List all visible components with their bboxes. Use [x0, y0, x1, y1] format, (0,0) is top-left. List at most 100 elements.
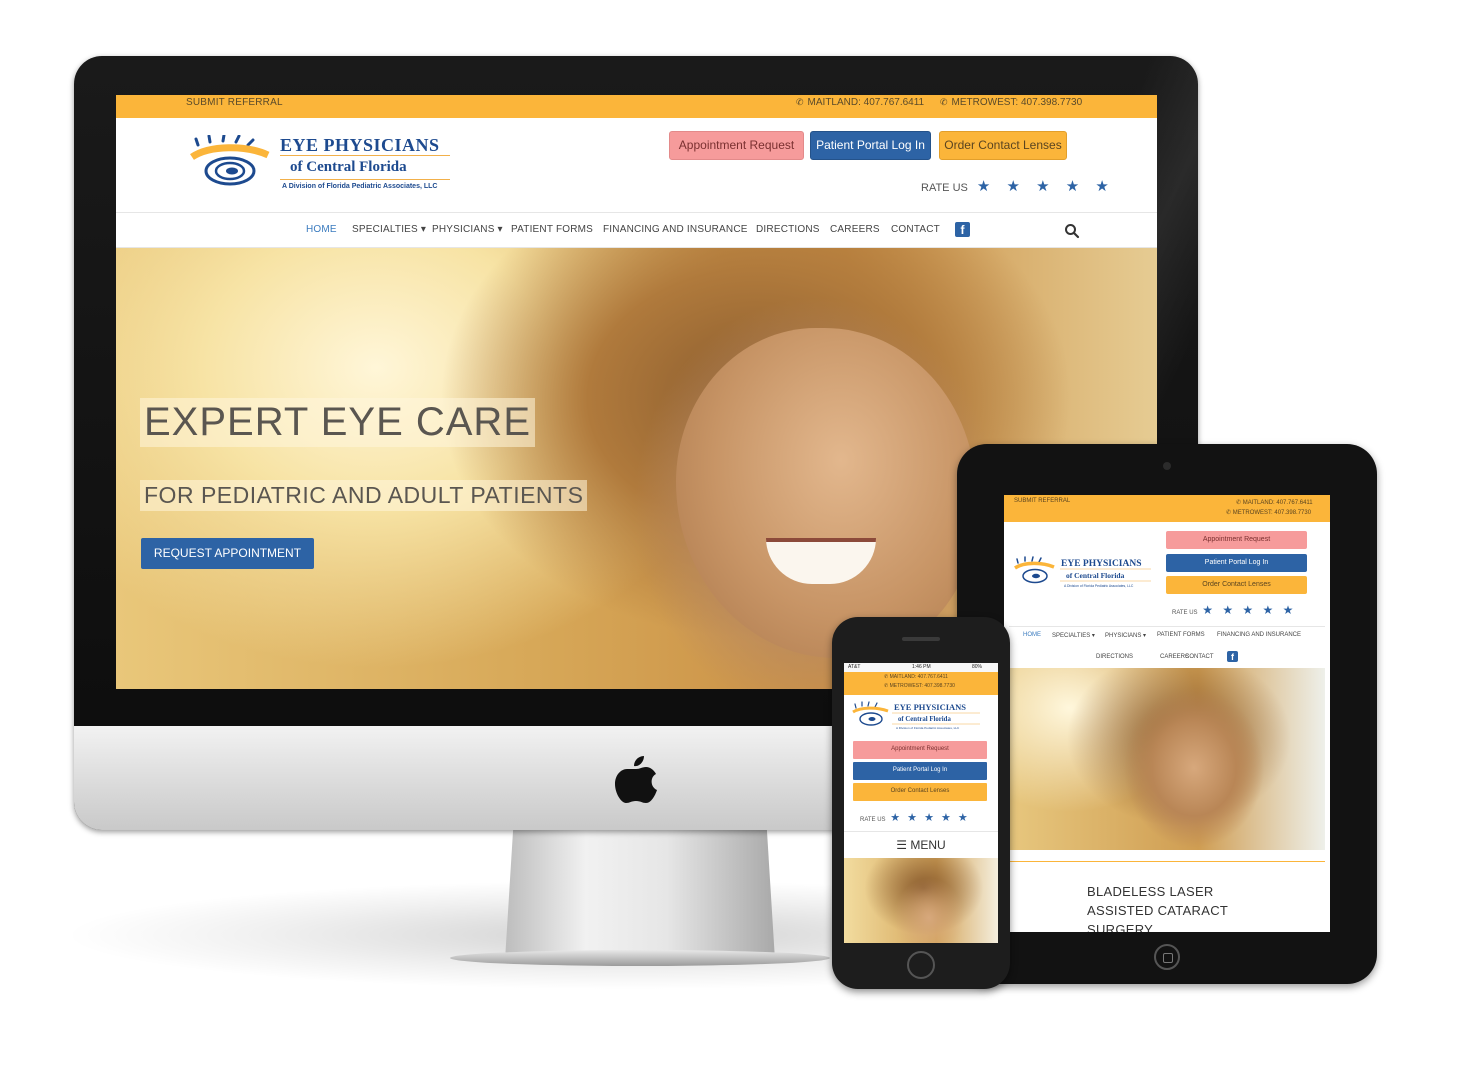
phone-metrowest-phone[interactable]: ✆ METROWEST: 407.398.7730	[884, 683, 955, 689]
main-nav: HOME SPECIALTIES ▾ PHYSICIANS ▾ PATIENT …	[116, 212, 1157, 248]
tablet-nav-specialties[interactable]: SPECIALTIES ▾	[1052, 632, 1095, 639]
hero-photo-face	[676, 328, 976, 658]
nav-patient-forms[interactable]: PATIENT FORMS	[511, 224, 593, 235]
tablet-nav-home[interactable]: HOME	[1023, 632, 1041, 638]
phone-hero-image	[844, 858, 998, 943]
nav-home[interactable]: HOME	[306, 224, 337, 235]
maitland-phone-link[interactable]: ✆ MAITLAND: 407.767.6411	[796, 97, 924, 108]
appointment-request-button[interactable]: Appointment Request	[669, 131, 804, 160]
phone-icon: ✆	[940, 97, 948, 107]
tablet-appointment-button[interactable]: Appointment Request	[1166, 531, 1307, 549]
phone-speaker	[902, 637, 940, 641]
phone-portal-button[interactable]: Patient Portal Log In	[853, 762, 987, 780]
submit-referral-link[interactable]: SUBMIT REFERRAL	[186, 97, 283, 108]
phone-status-bar: AT&T 1:46 PM 80%	[844, 663, 998, 672]
phone-menu-button[interactable]: ☰ MENU	[844, 831, 998, 857]
eye-logo-icon	[190, 135, 270, 186]
hero-subtitle: FOR PEDIATRIC AND ADULT PATIENTS	[140, 480, 588, 511]
tablet-camera	[1163, 462, 1171, 470]
phone-rate-us: RATE US ★ ★ ★ ★ ★	[860, 811, 970, 824]
tablet-feature-line-2: ASSISTED CATARACT	[1087, 903, 1229, 918]
svg-text:of Central Florida: of Central Florida	[898, 716, 951, 723]
nav-contact[interactable]: CONTACT	[891, 224, 940, 235]
star-rating-icon[interactable]: ★ ★ ★ ★ ★	[977, 178, 1115, 195]
tablet-nav-contact[interactable]: CONTACT	[1185, 654, 1214, 660]
tablet-divider	[1009, 861, 1325, 862]
svg-text:EYE PHYSICIANS: EYE PHYSICIANS	[1061, 559, 1142, 569]
monitor-stand	[505, 830, 775, 960]
order-contact-lenses-button[interactable]: Order Contact Lenses	[939, 131, 1067, 160]
svg-text:of Central Florida: of Central Florida	[1066, 571, 1125, 580]
tablet-nav-physicians[interactable]: PHYSICIANS ▾	[1105, 632, 1146, 639]
phone-time: 1:46 PM	[912, 664, 931, 670]
phone-logo[interactable]: EYE PHYSICIANS of Central Florida A Divi…	[852, 700, 992, 736]
tablet-screen: SUBMIT REFERRAL ✆ MAITLAND: 407.767.6411…	[1004, 495, 1330, 932]
tablet-nav-financing[interactable]: FINANCING AND INSURANCE	[1217, 632, 1301, 638]
tablet-maitland-phone[interactable]: ✆ MAITLAND: 407.767.6411	[1236, 499, 1313, 506]
phone-rate-label: RATE US	[860, 817, 886, 823]
phone-star-rating-icon[interactable]: ★ ★ ★ ★ ★	[890, 812, 970, 824]
tablet-nav-directions[interactable]: DIRECTIONS	[1096, 654, 1133, 660]
phone-screen: AT&T 1:46 PM 80% ✆ MAITLAND: 407.767.641…	[844, 663, 998, 943]
logo-title: EYE PHYSICIANS	[280, 135, 440, 155]
phone-battery: 80%	[972, 664, 983, 670]
rate-us: RATE US ★ ★ ★ ★ ★	[921, 177, 1115, 195]
phone-lenses-button[interactable]: Order Contact Lenses	[853, 783, 987, 801]
tablet-nav: HOME SPECIALTIES ▾ PHYSICIANS ▾ PATIENT …	[1009, 626, 1325, 666]
svg-text:A Division of Florida Pediatri: A Division of Florida Pediatric Associat…	[896, 726, 960, 730]
maitland-phone-text: MAITLAND: 407.767.6411	[807, 97, 925, 108]
tablet-feature-line-1: BLADELESS LASER	[1087, 884, 1214, 899]
rate-us-label: RATE US	[921, 182, 968, 194]
search-icon[interactable]	[1064, 223, 1080, 239]
tablet-device: SUBMIT REFERRAL ✆ MAITLAND: 407.767.6411…	[957, 444, 1377, 984]
tablet-maitland-phone-text: MAITLAND: 407.767.6411	[1242, 500, 1313, 506]
tablet-metrowest-phone-text: METROWEST: 407.398.7730	[1232, 510, 1312, 516]
phone-maitland-phone[interactable]: ✆ MAITLAND: 407.767.6411	[884, 674, 948, 680]
tablet-metrowest-phone[interactable]: ✆ METROWEST: 407.398.7730	[1226, 509, 1311, 516]
tablet-lenses-button[interactable]: Order Contact Lenses	[1166, 576, 1307, 594]
nav-directions[interactable]: DIRECTIONS	[756, 224, 820, 235]
tablet-top-bar: SUBMIT REFERRAL ✆ MAITLAND: 407.767.6411…	[1004, 495, 1330, 522]
nav-financing[interactable]: FINANCING AND INSURANCE	[603, 224, 748, 235]
site-logo[interactable]: EYE PHYSICIANS of Central Florida A Divi…	[190, 131, 460, 201]
facebook-icon[interactable]: f	[955, 222, 970, 237]
nav-careers[interactable]: CAREERS	[830, 224, 880, 235]
logo-divider	[280, 179, 450, 180]
tablet-feature-heading: BLADELESS LASER ASSISTED CATARACT SURGER…	[1087, 882, 1228, 932]
patient-portal-button[interactable]: Patient Portal Log In	[810, 131, 931, 160]
phone-device: AT&T 1:46 PM 80% ✆ MAITLAND: 407.767.641…	[832, 617, 1010, 989]
tablet-facebook-icon[interactable]: f	[1227, 651, 1238, 662]
nav-specialties[interactable]: SPECIALTIES ▾	[352, 224, 426, 235]
phone-top-bar: ✆ MAITLAND: 407.767.6411 ✆ METROWEST: 40…	[844, 672, 998, 695]
phone-logo-image: EYE PHYSICIANS of Central Florida A Divi…	[852, 701, 980, 730]
phone-home-button	[907, 951, 935, 979]
tablet-rate-us: RATE US ★ ★ ★ ★ ★	[1172, 603, 1296, 617]
metrowest-phone-text: METROWEST: 407.398.7730	[951, 97, 1083, 108]
hero-title: EXPERT EYE CARE	[140, 398, 535, 447]
tablet-home-button	[1154, 944, 1180, 970]
logo-divider	[280, 155, 450, 156]
metrowest-phone-link[interactable]: ✆ METROWEST: 407.398.7730	[940, 97, 1082, 108]
monitor-stand-foot	[450, 950, 830, 966]
tablet-star-rating-icon[interactable]: ★ ★ ★ ★ ★	[1202, 603, 1296, 617]
tablet-rate-label: RATE US	[1172, 610, 1198, 616]
tablet-portal-button[interactable]: Patient Portal Log In	[1166, 554, 1307, 572]
tablet-nav-patient-forms[interactable]: PATIENT FORMS	[1157, 632, 1205, 638]
phone-metrowest-phone-text: METROWEST: 407.398.7730	[889, 683, 955, 689]
tablet-hero-image	[1009, 668, 1325, 850]
apple-logo-icon	[615, 756, 657, 803]
tablet-feature-line-3: SURGERY	[1087, 922, 1154, 932]
logo-subtitle: of Central Florida	[290, 159, 407, 175]
tablet-logo-image: EYE PHYSICIANS of Central Florida A Divi…	[1014, 556, 1151, 588]
phone-appointment-button[interactable]: Appointment Request	[853, 741, 987, 759]
logo-division-text: A Division of Florida Pediatric Associat…	[282, 183, 438, 190]
phone-icon: ✆	[796, 97, 804, 107]
phone-maitland-phone-text: MAITLAND: 407.767.6411	[889, 674, 948, 680]
tablet-logo[interactable]: EYE PHYSICIANS of Central Florida A Divi…	[1014, 555, 1164, 595]
top-bar: SUBMIT REFERRAL ✆ MAITLAND: 407.767.6411 …	[116, 95, 1157, 118]
svg-text:EYE PHYSICIANS: EYE PHYSICIANS	[894, 702, 966, 712]
request-appointment-button[interactable]: REQUEST APPOINTMENT	[141, 538, 314, 569]
phone-carrier: AT&T	[848, 664, 861, 670]
nav-physicians[interactable]: PHYSICIANS ▾	[432, 224, 503, 235]
tablet-submit-referral-link[interactable]: SUBMIT REFERRAL	[1014, 498, 1070, 504]
